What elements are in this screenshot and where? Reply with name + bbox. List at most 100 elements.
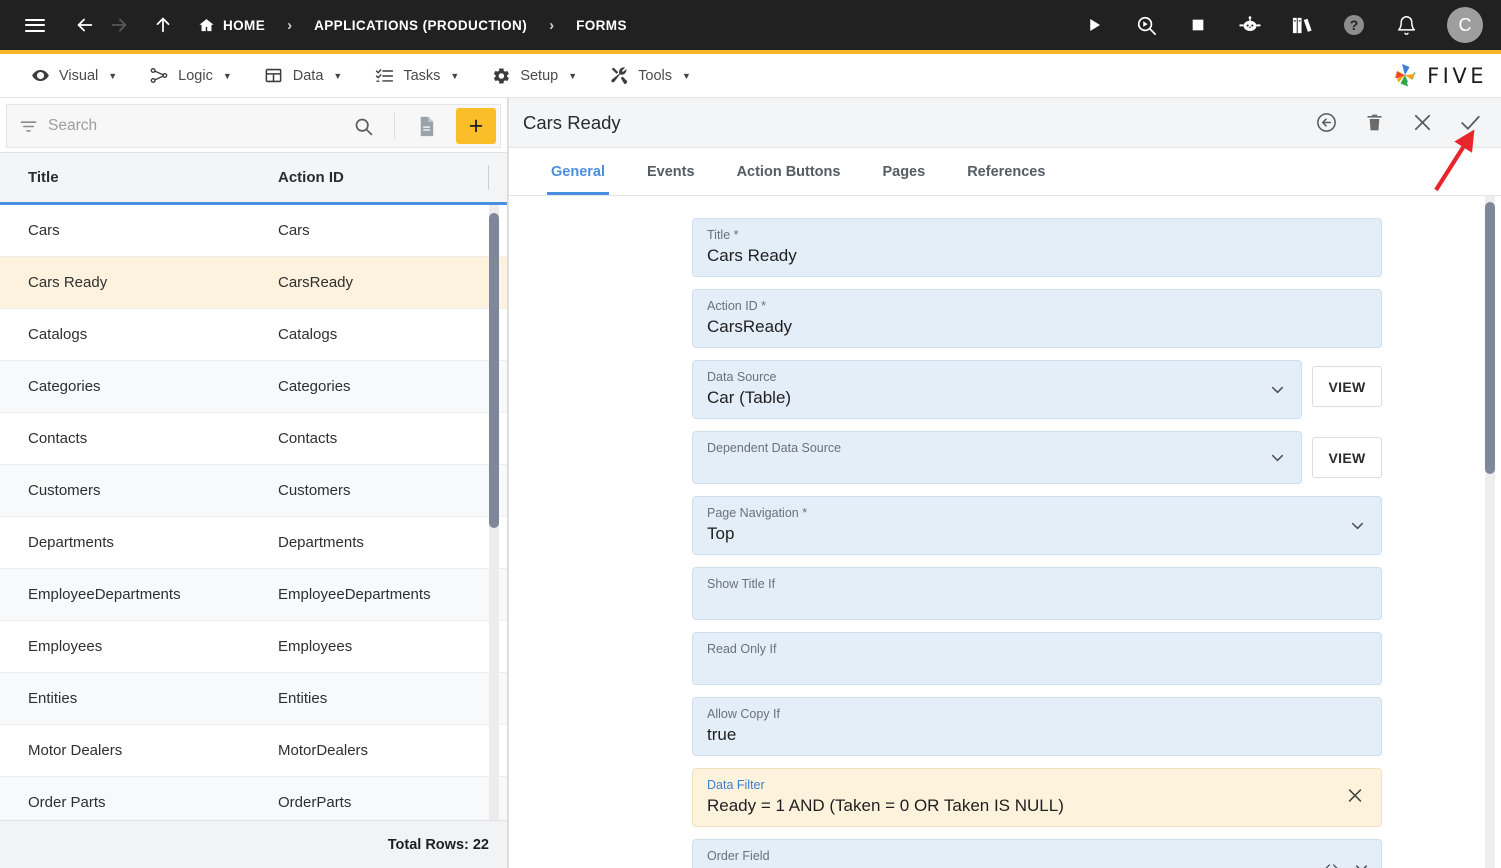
table-row[interactable]: Order Parts OrderParts	[0, 777, 507, 820]
cell-title: Customers	[28, 482, 101, 500]
breadcrumb-separator-1: ›	[287, 16, 293, 34]
bot-icon[interactable]	[1233, 8, 1267, 42]
hamburger-menu-icon[interactable]	[18, 8, 52, 42]
table-row[interactable]: Motor Dealers MotorDealers	[0, 725, 507, 778]
tab-pages-label: Pages	[882, 163, 926, 180]
cell-action-id: Employees	[278, 638, 353, 656]
field-order-field[interactable]: Order Field	[692, 839, 1382, 868]
menu-item-tasks[interactable]: Tasks ▼	[358, 56, 475, 96]
form-fields: Title * Cars Ready Action ID * CarsReady Dat…	[692, 218, 1382, 868]
view-button[interactable]: VIEW	[1312, 437, 1382, 478]
chevron-down-icon[interactable]	[1268, 380, 1287, 399]
table-row[interactable]: Customers Customers	[0, 465, 507, 518]
tab-events[interactable]: Events	[633, 148, 709, 195]
field-label: Allow Copy If	[707, 707, 780, 721]
cell-action-id: OrderParts	[278, 794, 352, 812]
table-row[interactable]: Departments Departments	[0, 517, 507, 570]
search-icon[interactable]	[347, 116, 380, 137]
table-row[interactable]: EmployeeDepartments EmployeeDepartments	[0, 569, 507, 622]
chevron-down-icon: ▼	[222, 70, 232, 81]
field-title[interactable]: Title * Cars Ready	[692, 218, 1382, 277]
forms-list-pane: + Title Action ID CarsCarsCars ReadyCars…	[0, 98, 508, 868]
table-row[interactable]: Cars Cars	[0, 205, 507, 258]
search-input[interactable]	[48, 117, 337, 135]
search-toolbar: +	[0, 98, 507, 152]
menu-item-setup-label: Setup	[520, 67, 559, 84]
form-field-row: Action ID * CarsReady	[692, 289, 1382, 348]
list-scrollbar-thumb[interactable]	[489, 213, 499, 529]
field-label: Data Source	[707, 370, 777, 384]
table-row[interactable]: Cars Ready CarsReady	[0, 257, 507, 310]
tab-references[interactable]: References	[953, 148, 1059, 195]
tab-pages[interactable]: Pages	[868, 148, 939, 195]
field-action-id[interactable]: Action ID * CarsReady	[692, 289, 1382, 348]
breadcrumb-item-applications[interactable]: APPLICATIONS (PRODUCTION)	[310, 18, 531, 33]
menu-item-data[interactable]: Data ▼	[248, 56, 359, 96]
filter-icon[interactable]	[19, 117, 38, 136]
page-title: Cars Ready	[523, 111, 621, 133]
field-allow-copy-if[interactable]: Allow Copy If true	[692, 697, 1382, 756]
chevron-down-icon[interactable]	[1352, 859, 1371, 868]
form-field-row: Allow Copy If true	[692, 697, 1382, 756]
form-scrollbar-thumb[interactable]	[1485, 202, 1495, 474]
total-rows-label: Total Rows: 22	[387, 836, 489, 853]
library-icon[interactable]	[1285, 8, 1319, 42]
table-row[interactable]: Entities Entities	[0, 673, 507, 726]
close-icon[interactable]	[1409, 110, 1435, 136]
menu-item-visual-label: Visual	[59, 67, 99, 84]
chevron-down-icon: ▼	[450, 70, 460, 81]
eye-icon	[30, 66, 50, 86]
field-label: Dependent Data Source	[707, 441, 842, 455]
breadcrumb-item-forms[interactable]: FORMS	[572, 18, 631, 33]
cell-title: EmployeeDepartments	[28, 586, 181, 604]
field-dependent-data-source[interactable]: Dependent Data Source	[692, 431, 1302, 484]
document-icon[interactable]	[409, 115, 444, 138]
home-icon	[198, 17, 215, 34]
tab-general[interactable]: General	[537, 148, 619, 195]
delete-trash-icon[interactable]	[1361, 110, 1387, 136]
avatar[interactable]: C	[1447, 7, 1483, 43]
tools-icon	[609, 66, 629, 86]
field-page-navigation[interactable]: Page Navigation * Top	[692, 496, 1382, 555]
help-icon[interactable]: ?	[1337, 8, 1371, 42]
field-value: Cars Ready	[707, 246, 797, 265]
chevron-down-icon[interactable]	[1348, 516, 1367, 535]
field-data-filter[interactable]: Data Filter Ready = 1 AND (Taken = 0 OR T…	[692, 768, 1382, 827]
stop-icon[interactable]	[1181, 8, 1215, 42]
code-icon[interactable]	[1323, 860, 1340, 868]
field-read-only-if[interactable]: Read Only If	[692, 632, 1382, 685]
clear-field-icon[interactable]	[1345, 785, 1365, 810]
column-header-action-id[interactable]: Action ID	[250, 169, 472, 186]
run-icon[interactable]	[1077, 8, 1111, 42]
notifications-bell-icon[interactable]	[1389, 8, 1423, 42]
checklist-icon	[374, 66, 394, 86]
add-form-button[interactable]: +	[456, 108, 496, 144]
forward-arrow-icon[interactable]	[102, 8, 136, 42]
gear-icon	[491, 66, 511, 86]
field-label: Order Field	[707, 849, 770, 863]
save-check-icon[interactable]	[1457, 110, 1483, 136]
tab-action-buttons[interactable]: Action Buttons	[723, 148, 855, 195]
field-show-title-if[interactable]: Show Title If	[692, 567, 1382, 620]
breadcrumb-item-home[interactable]: HOME	[194, 17, 269, 34]
menu-item-visual[interactable]: Visual ▼	[14, 56, 133, 96]
table-row[interactable]: Categories Categories	[0, 361, 507, 414]
table-row[interactable]: Catalogs Catalogs	[0, 309, 507, 362]
menu-item-tools[interactable]: Tools ▼	[593, 56, 707, 96]
menu-item-setup[interactable]: Setup ▼	[475, 56, 593, 96]
field-data-source[interactable]: Data Source Car (Table)	[692, 360, 1302, 419]
back-circle-icon[interactable]	[1313, 110, 1339, 136]
menu-item-logic[interactable]: Logic ▼	[133, 56, 248, 96]
table-row[interactable]: Contacts Contacts	[0, 413, 507, 466]
back-arrow-icon[interactable]	[68, 8, 102, 42]
view-button[interactable]: VIEW	[1312, 366, 1382, 407]
column-header-title[interactable]: Title	[0, 169, 250, 186]
form-field-row: Data Source Car (Table) VIEW	[692, 360, 1382, 419]
debug-icon[interactable]	[1129, 8, 1163, 42]
chevron-down-icon: ▼	[568, 70, 578, 81]
up-arrow-icon[interactable]	[146, 8, 180, 42]
table-row[interactable]: Employees Employees	[0, 621, 507, 674]
cell-action-id: EmployeeDepartments	[278, 586, 431, 604]
form-detail-pane: Cars Ready General Events Action Buttons…	[508, 98, 1501, 868]
chevron-down-icon[interactable]	[1268, 448, 1287, 467]
